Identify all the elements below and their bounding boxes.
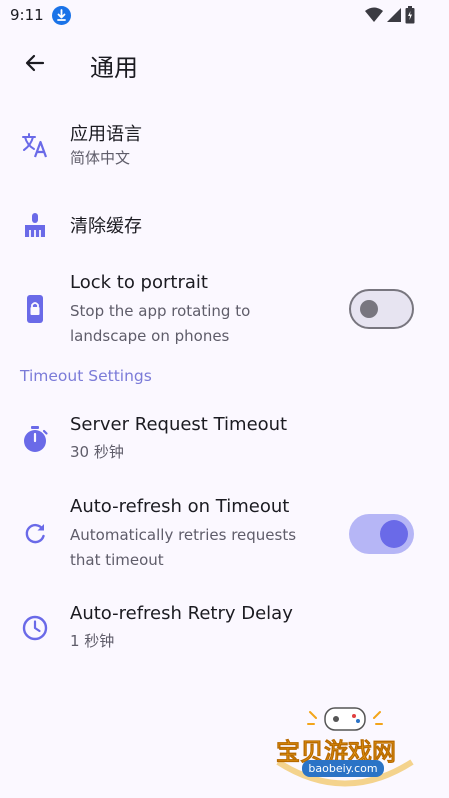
translate-icon [20, 130, 50, 160]
setting-subtitle: 1 秒钟 [70, 632, 115, 650]
timer-icon [20, 424, 50, 454]
status-icons [365, 6, 415, 28]
setting-app-language[interactable]: 应用语言 简体中文 [0, 112, 449, 178]
setting-clear-cache[interactable]: 清除缓存 [0, 200, 449, 250]
clock-icon [20, 613, 50, 643]
setting-title: Auto-refresh Retry Delay [70, 603, 293, 624]
setting-title: Auto-refresh on Timeout [70, 496, 290, 517]
lock-portrait-switch[interactable] [349, 289, 414, 329]
setting-auto-refresh[interactable]: Auto-refresh on Timeout Automatically re… [0, 492, 449, 578]
setting-server-timeout[interactable]: Server Request Timeout 30 秒钟 [0, 405, 449, 471]
app-bar: 通用 [0, 32, 449, 98]
auto-refresh-switch[interactable] [349, 514, 414, 554]
refresh-icon [20, 519, 50, 549]
status-time: 9:11 [10, 6, 44, 24]
switch-thumb [380, 520, 408, 548]
broom-icon [20, 210, 50, 240]
arrow-back-icon [23, 51, 47, 79]
signal-icon [386, 7, 402, 27]
setting-subtitle: Stop the app rotating to landscape on ph… [70, 302, 251, 345]
setting-subtitle: 30 秒钟 [70, 443, 124, 461]
setting-subtitle: Automatically retries requests that time… [70, 526, 297, 569]
download-notification-icon [52, 6, 71, 25]
setting-retry-delay[interactable]: Auto-refresh Retry Delay 1 秒钟 [0, 594, 449, 660]
section-header-timeout: Timeout Settings [20, 367, 152, 385]
setting-title: Lock to portrait [70, 272, 208, 293]
phone-lock-icon [20, 294, 50, 324]
status-bar: 9:11 [0, 0, 449, 32]
back-button[interactable] [14, 44, 56, 86]
wifi-icon [365, 7, 383, 27]
battery-icon [405, 6, 415, 28]
setting-title: Server Request Timeout [70, 414, 288, 435]
watermark-logo: 宝贝游戏网 baobeiy.com [270, 700, 420, 792]
watermark-url: baobeiy.com [302, 760, 384, 777]
switch-thumb [360, 300, 378, 318]
setting-lock-portrait[interactable]: Lock to portrait Stop the app rotating t… [0, 268, 449, 354]
page-title: 通用 [90, 54, 138, 82]
setting-subtitle: 简体中文 [70, 149, 131, 167]
setting-title: 清除缓存 [70, 216, 142, 237]
setting-title: 应用语言 [70, 124, 142, 145]
